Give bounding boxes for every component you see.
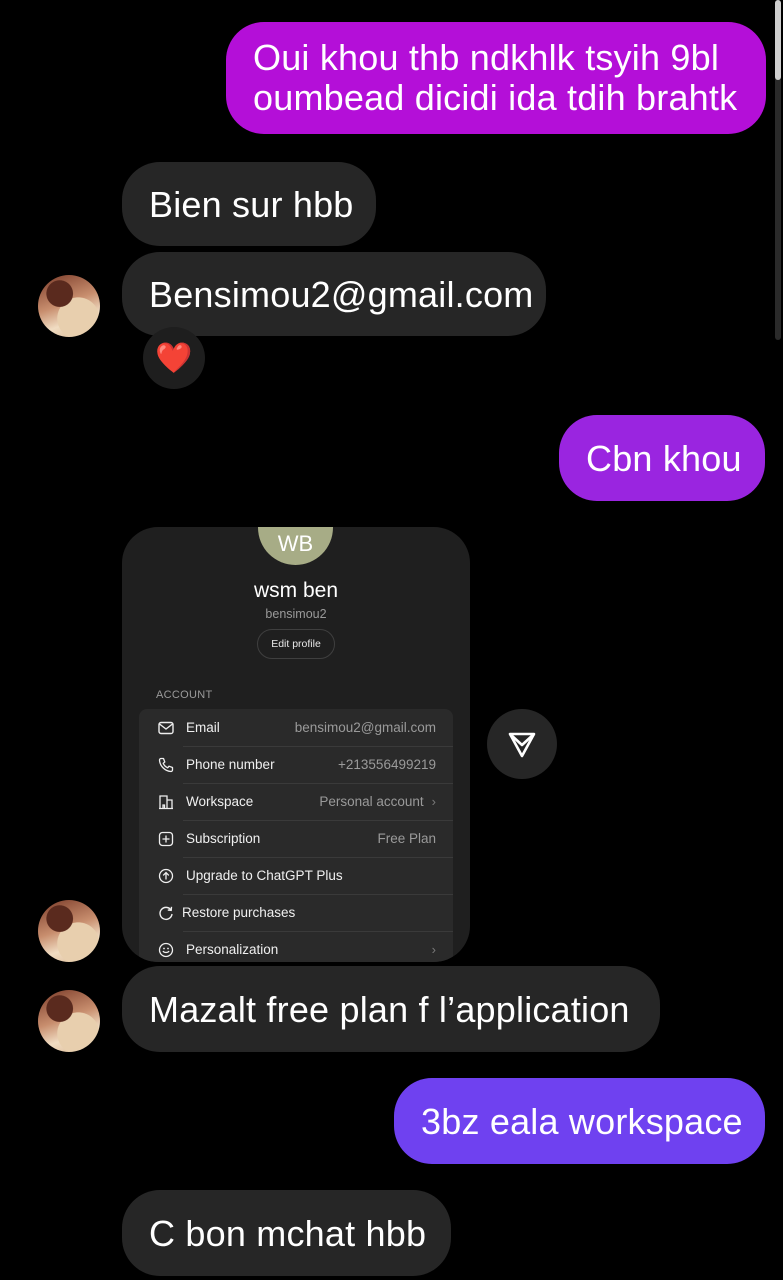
personalization-icon bbox=[157, 941, 175, 959]
row-label: Personalization bbox=[186, 942, 279, 957]
message-text: Cbn khou bbox=[586, 437, 742, 479]
sent-message[interactable]: Cbn khou bbox=[559, 415, 765, 501]
contact-avatar[interactable] bbox=[38, 275, 100, 337]
sent-message[interactable]: 3bz eala workspace bbox=[394, 1078, 765, 1164]
row-value: bensimou2@gmail.com bbox=[294, 720, 436, 735]
message-text: 3bz eala workspace bbox=[421, 1100, 743, 1142]
row-label: Phone number bbox=[186, 757, 275, 772]
settings-row-restore[interactable]: Restore purchases bbox=[139, 894, 453, 931]
building-icon bbox=[157, 793, 175, 811]
sent-message[interactable]: Oui khou thb ndkhlk tsyih 9bl oumbead di… bbox=[226, 22, 766, 134]
share-button[interactable] bbox=[487, 709, 557, 779]
message-text: Bensimou2@gmail.com bbox=[149, 273, 534, 315]
profile-avatar: WB bbox=[258, 527, 333, 565]
settings-row-upgrade[interactable]: Upgrade to ChatGPT Plus bbox=[139, 857, 453, 894]
phone-icon bbox=[157, 756, 175, 774]
contact-avatar[interactable] bbox=[38, 990, 100, 1052]
plus-square-icon bbox=[157, 830, 175, 848]
message-text: C bon mchat hbb bbox=[149, 1212, 427, 1254]
row-label: Email bbox=[186, 720, 220, 735]
mail-icon bbox=[157, 719, 175, 737]
message-text: Mazalt free plan f l’application bbox=[149, 988, 630, 1030]
shared-screenshot[interactable]: WB wsm ben bensimou2 Edit profile ACCOUN… bbox=[122, 527, 470, 962]
settings-row-subscription[interactable]: Subscription Free Plan bbox=[139, 820, 453, 857]
contact-avatar[interactable] bbox=[38, 900, 100, 962]
chevron-right-icon: › bbox=[431, 794, 436, 809]
settings-row-workspace[interactable]: Workspace Personal account › bbox=[139, 783, 453, 820]
received-message[interactable]: Mazalt free plan f l’application bbox=[122, 966, 660, 1052]
row-label: Restore purchases bbox=[182, 905, 296, 920]
edit-profile-button[interactable]: Edit profile bbox=[257, 629, 335, 659]
arrow-up-circle-icon bbox=[157, 867, 175, 885]
restore-icon bbox=[157, 904, 175, 922]
row-label: Workspace bbox=[186, 794, 254, 809]
heart-icon: ❤️ bbox=[155, 341, 193, 375]
chevron-right-icon: › bbox=[431, 942, 436, 957]
section-title: ACCOUNT bbox=[156, 689, 213, 701]
row-value: Personal account › bbox=[319, 794, 436, 809]
received-message[interactable]: Bien sur hbb bbox=[122, 162, 376, 246]
profile-username: bensimou2 bbox=[265, 607, 327, 621]
row-value: Free Plan bbox=[377, 831, 436, 846]
received-message[interactable]: Bensimou2@gmail.com bbox=[122, 252, 546, 336]
settings-row-personalization[interactable]: Personalization › bbox=[139, 931, 453, 962]
scrollbar-thumb[interactable] bbox=[775, 0, 781, 80]
row-value: › bbox=[424, 942, 436, 957]
row-label: Upgrade to ChatGPT Plus bbox=[186, 868, 343, 883]
profile-display-name: wsm ben bbox=[253, 579, 339, 602]
settings-list: Email bensimou2@gmail.com Phone number +… bbox=[139, 709, 453, 962]
scrollbar[interactable] bbox=[773, 0, 783, 1280]
message-text: Bien sur hbb bbox=[149, 183, 354, 225]
heart-reaction[interactable]: ❤️ bbox=[143, 327, 205, 389]
settings-row-email[interactable]: Email bensimou2@gmail.com bbox=[139, 709, 453, 746]
send-icon bbox=[506, 728, 538, 760]
message-text: Oui khou thb ndkhlk tsyih 9bl oumbead di… bbox=[253, 37, 738, 118]
row-value: +213556499219 bbox=[338, 757, 436, 772]
received-message[interactable]: C bon mchat hbb bbox=[122, 1190, 451, 1276]
row-label: Subscription bbox=[186, 831, 261, 846]
settings-row-phone[interactable]: Phone number +213556499219 bbox=[139, 746, 453, 783]
